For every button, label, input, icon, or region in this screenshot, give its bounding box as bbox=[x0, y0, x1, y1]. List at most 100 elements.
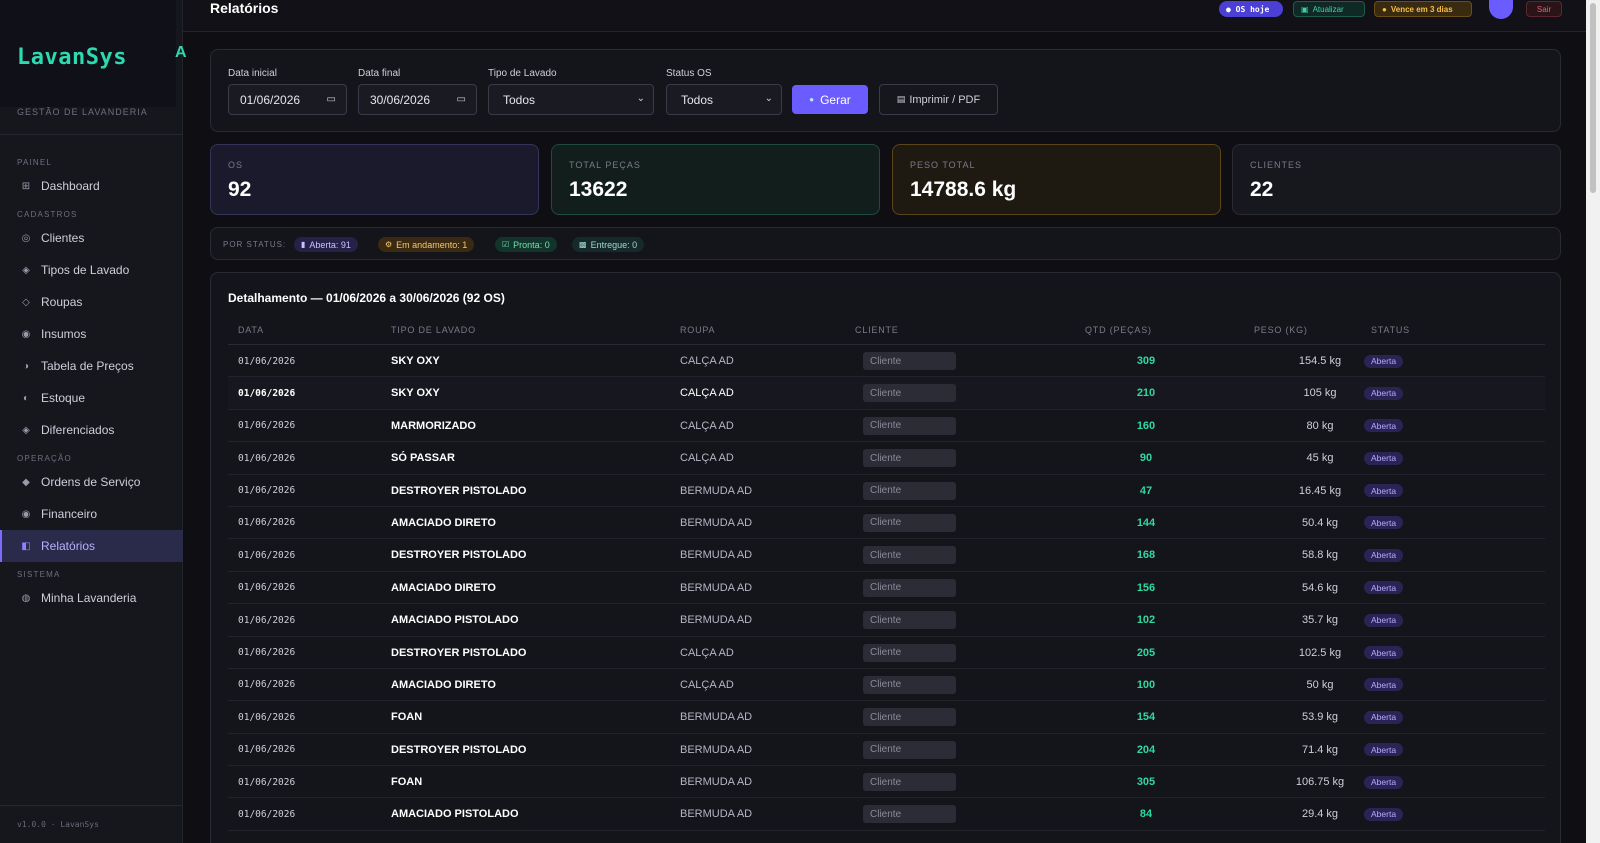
data-inicial-input[interactable]: 01/06/2026 ▭ bbox=[228, 84, 347, 115]
cell-qtd: 309 bbox=[1136, 355, 1156, 367]
status-badge: Aberta bbox=[1364, 678, 1404, 692]
table-row[interactable]: 01/06/2026 SKY OXY CALÇA AD Cliente 210 105 k… bbox=[228, 377, 1545, 410]
page-scrollbar[interactable] bbox=[1586, 0, 1600, 843]
cell-cliente: Cliente bbox=[863, 701, 956, 733]
stat-card-peso-total: PESO TOTAL 14788.6 kg bbox=[892, 144, 1221, 215]
price-icon: ◑ bbox=[22, 360, 30, 372]
sidebar-item-minha-lavanderia[interactable]: ◍ Minha Lavanderia bbox=[0, 582, 183, 614]
table-row[interactable]: 01/06/2026 AMACIADO DIRETO BERMUDA AD Clien… bbox=[228, 507, 1545, 540]
status-badge: Aberta bbox=[1364, 807, 1404, 821]
check-icon: ☑ bbox=[502, 240, 510, 249]
table-row[interactable]: 01/06/2026 AMACIADO PISTOLADO BERMUDA AD Cl… bbox=[228, 604, 1545, 637]
status-badge: Aberta bbox=[1364, 354, 1404, 368]
sidebar-item-label: Minha Lavanderia bbox=[41, 591, 137, 605]
scrollbar-thumb[interactable] bbox=[1590, 3, 1596, 193]
cell-status: Aberta bbox=[1364, 572, 1404, 604]
table-row[interactable]: 01/06/2026 DESTROYER PISTOLADO CALÇA AD Cli… bbox=[228, 637, 1545, 669]
os-hoje-button[interactable]: ● OS hoje bbox=[1219, 1, 1283, 17]
table-row[interactable]: 01/06/2026 FOAN BERMUDA AD Cliente 154 53.9 k… bbox=[228, 701, 1545, 734]
status-badge: Aberta bbox=[1364, 646, 1404, 660]
imprimir-pdf-button[interactable]: ▤ Imprimir / PDF bbox=[879, 84, 998, 115]
sidebar-item-tipos-de-lavado[interactable]: ◈ Tipos de Lavado bbox=[0, 254, 183, 286]
table-row[interactable]: 01/06/2026 AMACIADO DIRETO CALÇA AD Cliente… bbox=[228, 669, 1545, 702]
atualizar-button[interactable]: ▣ Atualizar bbox=[1293, 1, 1365, 17]
table-row[interactable]: 01/06/2026 SKY OXY CALÇA AD Cliente 309 154.5… bbox=[228, 345, 1545, 378]
cell-data: 01/06/2026 bbox=[238, 614, 296, 626]
stat-card-os: OS 92 bbox=[210, 144, 539, 215]
cell-data: 01/06/2026 bbox=[238, 776, 296, 788]
cliente-tag: Cliente bbox=[863, 352, 956, 370]
table-row[interactable]: 01/06/2026 SÓ PASSAR CALÇA AD Cliente 90 45 k… bbox=[228, 442, 1545, 475]
status-badge: Aberta bbox=[1364, 775, 1404, 789]
gerar-button[interactable]: ● Gerar bbox=[792, 85, 868, 114]
cliente-tag: Cliente bbox=[863, 643, 956, 662]
sidebar-item-tabela-de-precos[interactable]: ◑ Tabela de Preços bbox=[0, 350, 183, 382]
cell-status: Aberta bbox=[1364, 539, 1404, 571]
tipo-lavado-select[interactable]: Todos ⌄ bbox=[488, 84, 654, 115]
table-row[interactable]: 01/06/2026 AMACIADO PISTOLADO BERMUDA AD Cl… bbox=[228, 798, 1545, 831]
cell-data: 01/06/2026 bbox=[238, 355, 296, 367]
stat-value: 13622 bbox=[569, 178, 628, 201]
detalhamento-table-card: Detalhamento — 01/06/2026 a 30/06/2026 (… bbox=[210, 272, 1561, 843]
status-badge: Aberta bbox=[1364, 548, 1404, 562]
imprimir-label: Imprimir / PDF bbox=[909, 93, 981, 106]
table-row[interactable]: 01/06/2026 AMACIADO DIRETO BERMUDA AD Clien… bbox=[228, 572, 1545, 605]
table-row[interactable]: 01/06/2026 DESTROYER PISTOLADO BERMUDA AD C… bbox=[228, 475, 1545, 507]
sidebar-nav: PAINEL ⊞ Dashboard CADASTROS ◎ Clientes … bbox=[0, 150, 183, 614]
calendar-icon[interactable]: ▭ bbox=[457, 94, 466, 105]
status-os-label: Status OS bbox=[666, 68, 712, 79]
brand-title: LavanSys bbox=[17, 45, 127, 70]
table-row[interactable]: 01/06/2026 FOAN BERMUDA AD Cliente 305 106.75… bbox=[228, 766, 1545, 799]
cell-qtd: 102 bbox=[1136, 614, 1156, 627]
sidebar-item-insumos[interactable]: ◉ Insumos bbox=[0, 318, 183, 350]
sidebar-item-diferenciados[interactable]: ◈ Diferenciados bbox=[0, 414, 183, 446]
sidebar-item-dashboard[interactable]: ⊞ Dashboard bbox=[0, 170, 183, 202]
vencimento-badge[interactable]: ● Vence em 3 dias bbox=[1374, 1, 1472, 17]
sidebar-item-roupas[interactable]: ◇ Roupas bbox=[0, 286, 183, 318]
data-final-value: 30/06/2026 bbox=[370, 92, 431, 107]
sidebar-item-label: Roupas bbox=[41, 295, 83, 309]
column-header-roupa: ROUPA bbox=[680, 325, 716, 335]
cell-qtd: 90 bbox=[1139, 452, 1153, 465]
clipboard-icon: ◆ bbox=[22, 476, 30, 488]
cell-data: 01/06/2026 bbox=[238, 517, 296, 529]
cell-qtd: 100 bbox=[1136, 678, 1156, 691]
cell-cliente: Cliente bbox=[863, 410, 956, 442]
status-chip-label: Aberta: 91 bbox=[309, 239, 351, 250]
nav-section-operacao: OPERAÇÃO bbox=[17, 454, 72, 463]
sidebar-item-clientes[interactable]: ◎ Clientes bbox=[0, 222, 183, 254]
sidebar-item-financeiro[interactable]: ◉ Financeiro bbox=[0, 498, 183, 530]
cell-roupa: BERMUDA AD bbox=[680, 614, 753, 627]
cell-cliente: Cliente bbox=[863, 572, 956, 604]
cell-tipo-lavado: AMACIADO DIRETO bbox=[391, 678, 496, 691]
status-os-select[interactable]: Todos ⌄ bbox=[666, 84, 782, 115]
cell-status: Aberta bbox=[1364, 701, 1404, 733]
sair-button[interactable]: Sair bbox=[1526, 1, 1562, 17]
cell-data: 01/06/2026 bbox=[238, 420, 296, 432]
column-header-peso: PESO (KG) bbox=[1254, 325, 1308, 335]
table-row[interactable]: 01/06/2026 MARMORIZADO CALÇA AD Cliente 160 8… bbox=[228, 410, 1545, 443]
cell-cliente: Cliente bbox=[863, 475, 956, 507]
grid-icon: ⊞ bbox=[21, 180, 31, 192]
cell-data: 01/06/2026 bbox=[238, 485, 296, 497]
cell-data: 01/06/2026 bbox=[238, 452, 296, 464]
data-final-input[interactable]: 30/06/2026 ▭ bbox=[358, 84, 477, 115]
sidebar-item-relatorios[interactable]: ◧ Relatórios bbox=[0, 530, 183, 562]
status-badge: Aberta bbox=[1364, 613, 1404, 627]
cell-cliente: Cliente bbox=[863, 669, 956, 701]
table-row[interactable]: 01/06/2026 DESTROYER PISTOLADO BERMUDA AD C… bbox=[228, 539, 1545, 572]
sidebar-item-ordens-de-servico[interactable]: ◆ Ordens de Serviço bbox=[0, 466, 183, 498]
cliente-tag: Cliente bbox=[863, 675, 956, 694]
avatar[interactable] bbox=[1489, 0, 1513, 19]
nav-section-sistema: SISTEMA bbox=[17, 570, 61, 579]
calendar-icon[interactable]: ▭ bbox=[327, 94, 336, 105]
status-chip-label: Em andamento: 1 bbox=[396, 239, 468, 250]
cell-roupa: BERMUDA AD bbox=[680, 581, 753, 594]
shirt-icon: ◇ bbox=[22, 296, 30, 308]
sidebar-item-estoque[interactable]: ◐ Estoque bbox=[0, 382, 183, 414]
status-badge: Aberta bbox=[1364, 451, 1404, 465]
filters-card: Data inicial 01/06/2026 ▭ Data final 30/… bbox=[210, 49, 1561, 132]
cell-qtd: 160 bbox=[1136, 419, 1156, 432]
cell-tipo-lavado: FOAN bbox=[391, 711, 423, 724]
table-row[interactable]: 01/06/2026 DESTROYER PISTOLADO BERMUDA AD C… bbox=[228, 734, 1545, 767]
